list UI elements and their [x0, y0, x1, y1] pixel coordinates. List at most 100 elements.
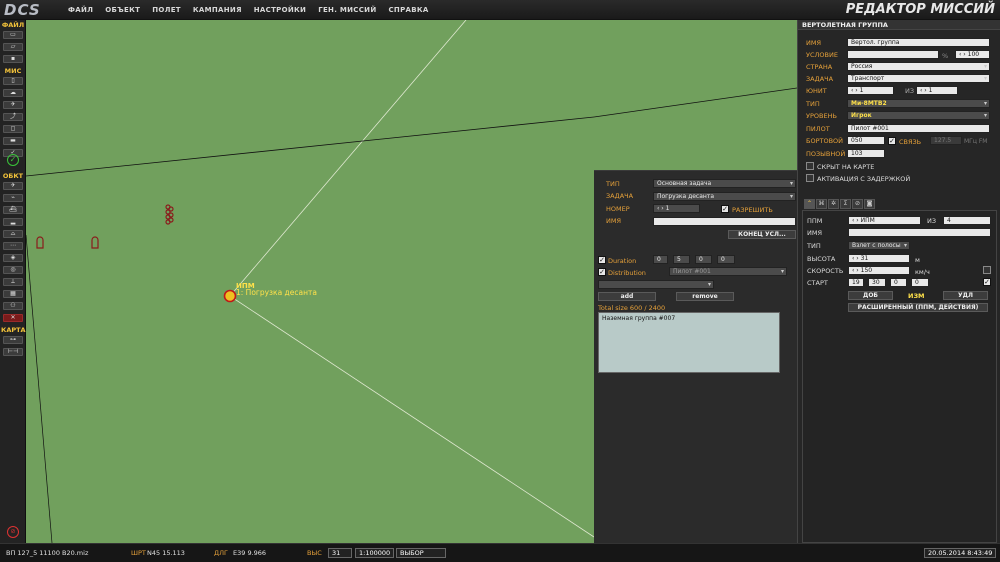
ruler-icon[interactable]: ⟂ — [3, 278, 23, 286]
trigger-list-box[interactable]: Наземная группа #007 — [598, 312, 780, 373]
start-day[interactable]: 19 — [848, 278, 864, 287]
board-number-input[interactable]: 050 — [847, 136, 885, 145]
duration-field-2[interactable]: 5 — [673, 255, 690, 264]
save-file-icon[interactable]: ▪ — [3, 55, 23, 63]
add-button[interactable]: add — [598, 292, 656, 301]
map-scale[interactable]: 1:100000 — [355, 548, 394, 558]
start-time-checkbox[interactable]: ✓ — [983, 278, 991, 286]
remove-button[interactable]: remove — [676, 292, 734, 301]
static-object-icon[interactable]: ⌓ — [3, 230, 23, 238]
menu-flight[interactable]: ПОЛЕТ — [152, 6, 181, 14]
airfield-icon[interactable]: ◈ — [3, 254, 23, 262]
menu-file[interactable]: ФАЙЛ — [68, 6, 93, 14]
mission-map-extension[interactable] — [594, 20, 797, 170]
condition-input[interactable] — [847, 50, 939, 59]
menu-object[interactable]: ОБЪЕКТ — [105, 6, 140, 14]
waypoint-type-select[interactable]: Взлет с полосы — [848, 241, 910, 250]
condition-probability-field[interactable]: ‹ › 100 — [955, 50, 990, 59]
frequency-input[interactable]: 127.5 — [930, 136, 962, 145]
duration-field-4[interactable]: 0 — [717, 255, 735, 264]
tab-failures-icon[interactable]: ⊘ — [852, 199, 863, 209]
allow-checkbox[interactable]: ✓ — [721, 205, 729, 213]
aircraft-icon[interactable]: ✈ — [3, 101, 23, 109]
template-icon[interactable]: ⋯ — [3, 242, 23, 250]
altitude-value: 31 — [860, 255, 869, 262]
zone-icon[interactable]: ◻ — [3, 125, 23, 133]
open-file-icon[interactable]: ▱ — [3, 43, 23, 51]
total-size-text: Total size 600 / 2400 — [598, 304, 666, 312]
tab-payload-icon[interactable]: ✲ — [828, 199, 839, 209]
trigger-number-value: 1 — [665, 205, 670, 212]
new-file-icon[interactable]: ▭ — [3, 31, 23, 39]
distribution-checkbox[interactable]: ✓ — [598, 268, 606, 276]
hidden-on-map-checkbox[interactable] — [806, 162, 814, 170]
list-item[interactable]: Наземная группа #007 — [599, 313, 779, 324]
unit-total-stepper[interactable]: ‹ › 1 — [916, 86, 958, 95]
altitude-stepper[interactable]: ‹ › 31 — [848, 254, 910, 263]
pilot-input[interactable]: Пилот #001 — [847, 124, 990, 133]
cancel-icon[interactable]: ⊘ — [7, 526, 19, 538]
trigger-task-select[interactable]: Погрузка десанта — [653, 192, 796, 201]
cargo-icon[interactable]: ▦ — [3, 290, 23, 298]
start-hour[interactable]: 30 — [868, 278, 886, 287]
condition-pct: % — [942, 52, 949, 60]
trigger-name-input[interactable] — [653, 217, 796, 226]
delete-icon[interactable]: ✕ — [3, 314, 23, 322]
speed-lock-checkbox[interactable] — [983, 266, 991, 274]
route-icon[interactable]: ⤴ — [3, 113, 23, 121]
speed-stepper[interactable]: ‹ › 150 — [848, 266, 910, 275]
add-waypoint-button[interactable]: ДОБ — [848, 291, 893, 300]
extra-select[interactable] — [598, 280, 714, 289]
group-name-input[interactable]: Вертол. группа — [847, 38, 990, 47]
comm-checkbox[interactable]: ✓ — [888, 137, 896, 145]
duration-checkbox[interactable]: ✓ — [598, 256, 606, 264]
ship-icon[interactable]: ⛴ — [3, 206, 23, 214]
group-icon[interactable]: ⚇ — [3, 302, 23, 310]
advanced-waypoint-button[interactable]: РАСШИРЕННЫЙ (ППМ, ДЕЙСТВИЯ) — [848, 303, 988, 312]
country-select[interactable]: Россия — [847, 62, 990, 71]
check-ok-icon[interactable]: ✓ — [7, 154, 19, 166]
duration-field-3[interactable]: 0 — [695, 255, 712, 264]
tab-camera-icon[interactable]: ◙ — [864, 199, 875, 209]
delayed-activation-checkbox[interactable] — [806, 174, 814, 182]
menu-help[interactable]: СПРАВКА — [389, 6, 429, 14]
delete-waypoint-button[interactable]: УДЛ — [943, 291, 988, 300]
aircraft-type-select[interactable]: Ми-8МТВ2 — [847, 99, 990, 108]
trigger-name-label: ИМЯ — [606, 217, 621, 225]
menu-campaign[interactable]: КАМПАНИЯ — [193, 6, 242, 14]
edit-waypoint-button[interactable]: ИЗМ — [908, 292, 925, 300]
callsign-input[interactable]: 103 — [847, 149, 885, 158]
map-measure-icon[interactable]: ⊢⊣ — [3, 348, 23, 356]
helicopter-icon[interactable]: ⌁ — [3, 194, 23, 202]
waypoint-label: ППМ — [807, 217, 823, 225]
tab-route-icon[interactable]: ⌃ — [804, 199, 815, 209]
waypoint-name-input[interactable] — [848, 228, 991, 237]
waypoint-type-label: ТИП — [807, 242, 821, 250]
vehicle-icon[interactable]: ▂ — [3, 218, 23, 226]
distribution-select[interactable]: Пилот #001 — [669, 267, 787, 276]
skill-select[interactable]: Игрок — [847, 111, 990, 120]
menu-settings[interactable]: НАСТРОЙКИ — [254, 6, 306, 14]
start-second[interactable]: 0 — [911, 278, 929, 287]
comm-label: СВЯЗЬ — [899, 138, 922, 146]
start-minute[interactable]: 0 — [890, 278, 907, 287]
duration-field-1[interactable]: 0 — [653, 255, 668, 264]
briefing-icon[interactable]: ▯ — [3, 77, 23, 85]
speed-value: 150 — [860, 267, 873, 274]
mission-map[interactable]: ИПМ 1: Погрузка десанта — [26, 20, 594, 543]
tab-summary-icon[interactable]: Σ — [840, 199, 851, 209]
menu-mission-gen[interactable]: ГЕН. МИССИЙ — [318, 6, 376, 14]
end-condition-button[interactable]: КОНЕЦ УСЛ... — [728, 230, 796, 239]
toolbar-header-object: ОБКТ — [2, 172, 24, 180]
map-key-icon[interactable]: ⊶ — [3, 336, 23, 344]
goals-icon[interactable]: ▬ — [3, 137, 23, 145]
task-select[interactable]: Транспорт — [847, 74, 990, 83]
trigger-type-select[interactable]: Основная задача — [653, 179, 796, 188]
target-icon[interactable]: ◎ — [3, 266, 23, 274]
trigger-number-field[interactable]: ‹ › 1 — [653, 204, 700, 213]
weather-icon[interactable]: ☁ — [3, 89, 23, 97]
tab-targets-icon[interactable]: ⌘ — [816, 199, 827, 209]
plane-icon[interactable]: ✈ — [3, 182, 23, 190]
unit-stepper[interactable]: ‹ › 1 — [847, 86, 894, 95]
waypoint-stepper[interactable]: ‹ › ИПМ — [848, 216, 921, 225]
